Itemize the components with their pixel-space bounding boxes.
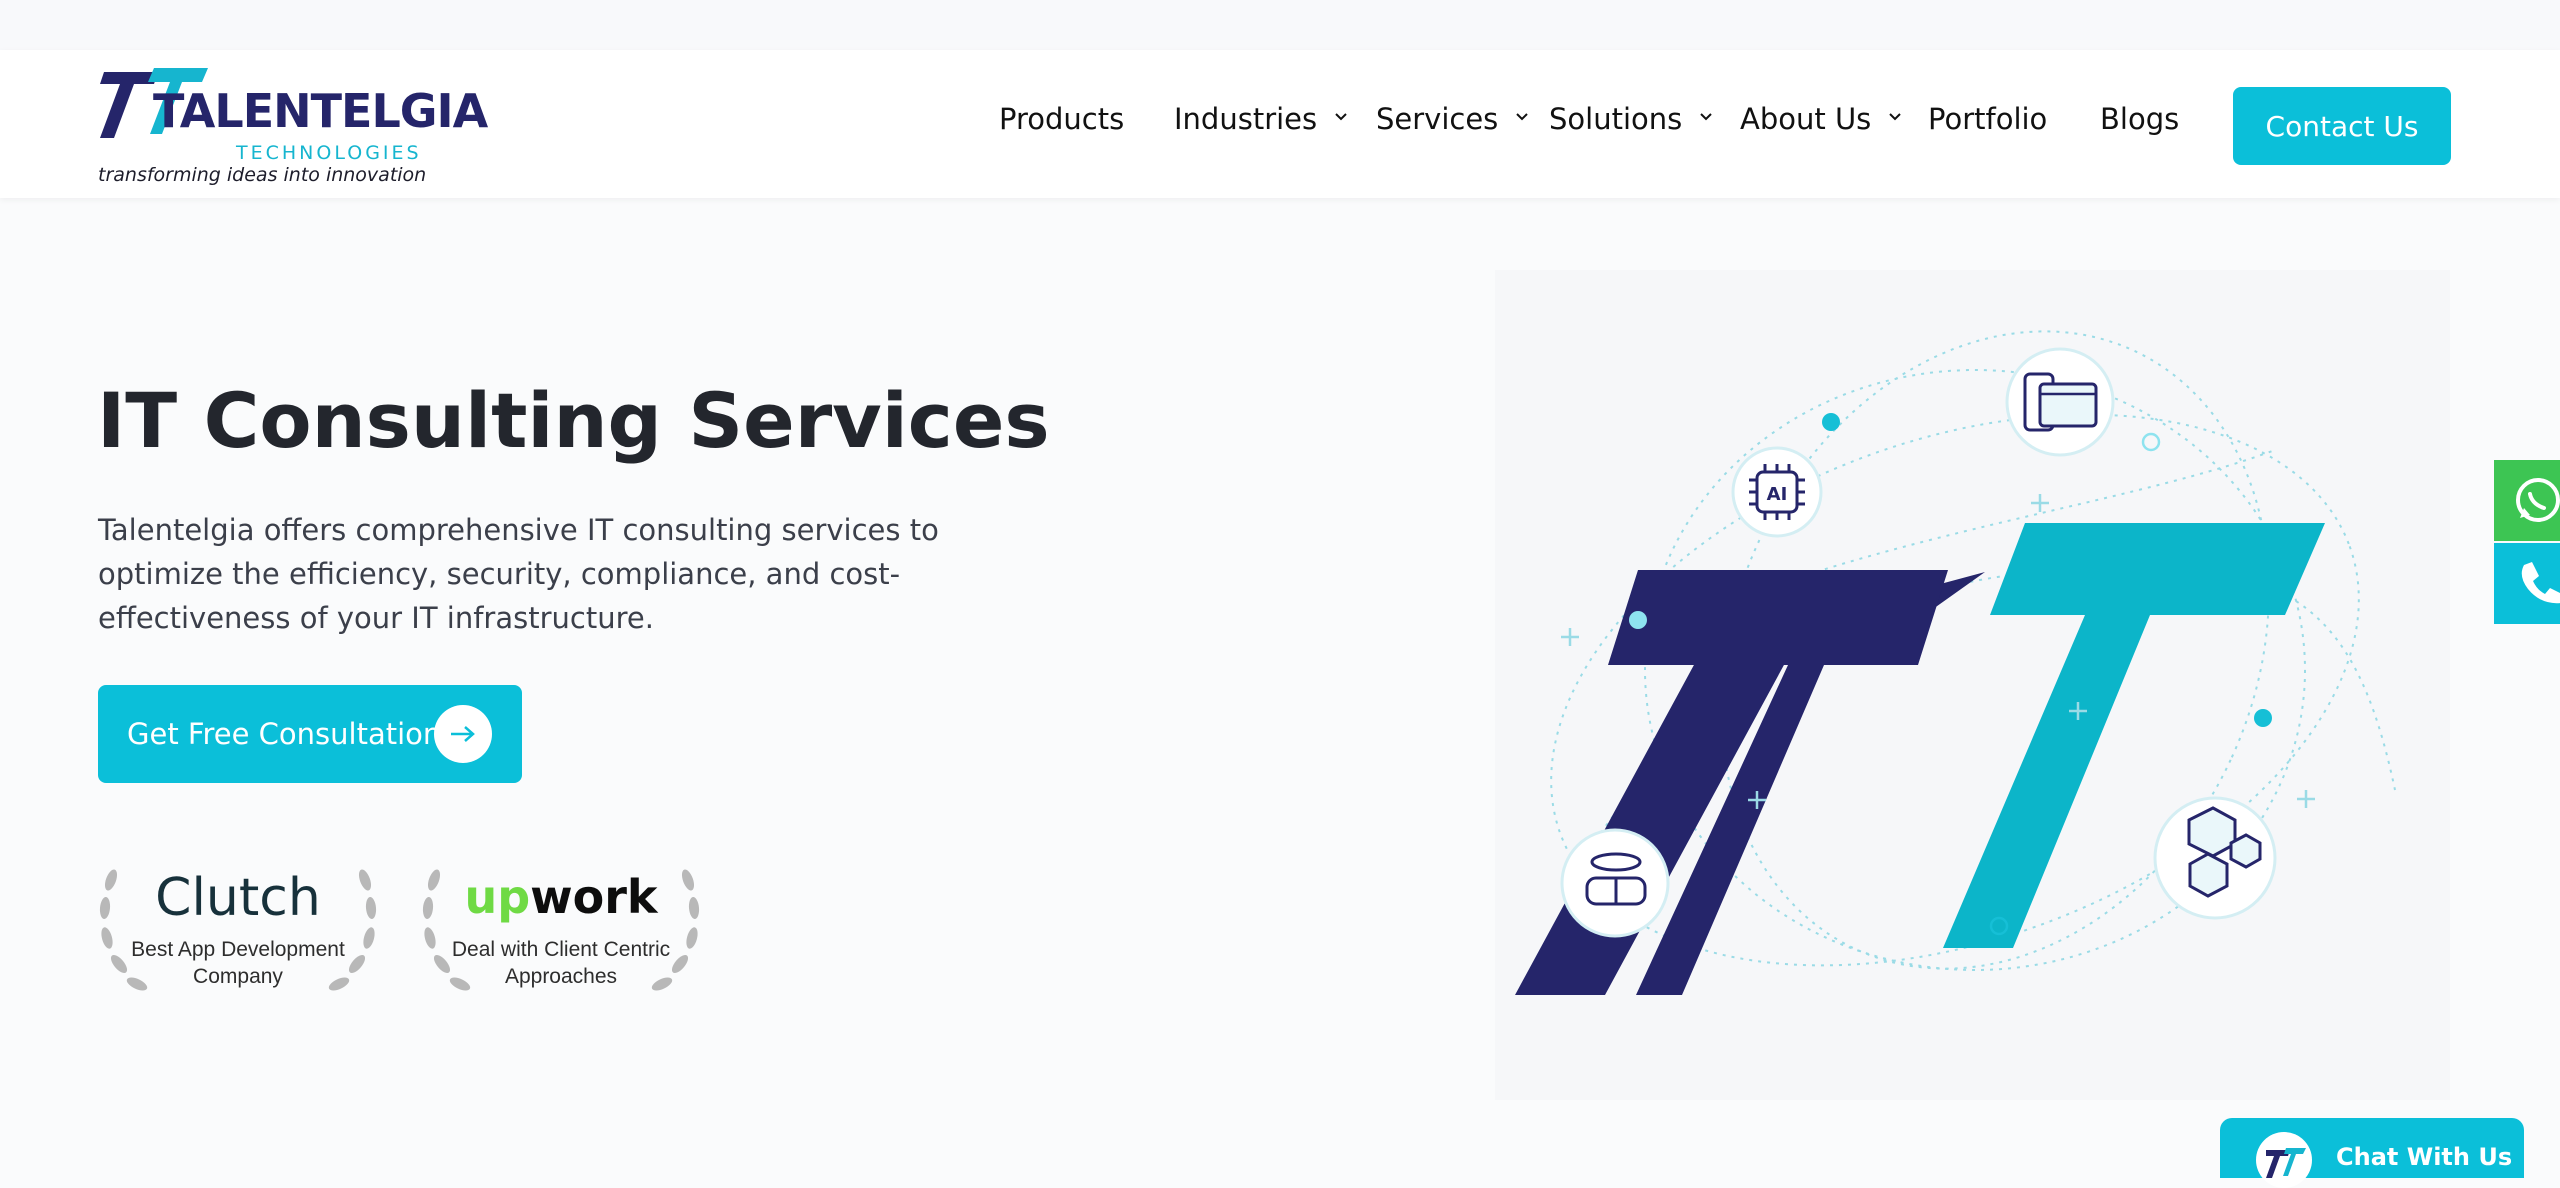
cta-label: Get Free Consultation <box>127 717 442 751</box>
nav-industries-label: Industries <box>1174 102 1318 136</box>
whatsapp-icon <box>2516 478 2560 522</box>
arrow-right-icon <box>434 705 492 763</box>
illustration-graphic: AI <box>1515 330 2396 995</box>
cubes-icon <box>2153 796 2277 920</box>
clutch-badge-line1: Best App Development <box>131 938 345 961</box>
get-free-consultation-button[interactable]: Get Free Consultation <box>98 685 522 783</box>
upwork-badge-line1: Deal with Client Centric <box>451 938 671 961</box>
hero-description: Talentelgia offers comprehensive IT cons… <box>98 513 939 635</box>
chevron-down-icon <box>1516 113 1529 121</box>
chevron-down-icon <box>1700 113 1712 121</box>
brand-name: TALENTELGIA <box>153 84 488 138</box>
top-strip <box>0 0 2560 50</box>
clutch-badge-text: Best App Development Company <box>97 936 379 990</box>
brand-tagline: transforming ideas into innovation <box>98 164 427 186</box>
upwork-badge-text: Deal with Client Centric Approaches <box>420 936 702 990</box>
nav-blogs-label: Blogs <box>2100 102 2180 136</box>
whatsapp-button[interactable] <box>2494 460 2560 541</box>
hero-illustration: AI <box>1495 270 2450 1100</box>
nav-portfolio[interactable]: Portfolio <box>1928 102 2047 136</box>
nav-portfolio-label: Portfolio <box>1928 102 2048 136</box>
nav-solutions[interactable]: Solutions <box>1549 102 1714 136</box>
brand-sub: TECHNOLOGIES <box>236 142 422 164</box>
clutch-logo: Clutch <box>155 868 321 928</box>
vr-headset-icon <box>1560 828 1670 938</box>
logo-mark-icon <box>2266 1148 2306 1178</box>
chevron-down-icon <box>1335 113 1347 121</box>
nav-products-label: Products <box>999 102 1125 136</box>
upwork-badge-line2: Approaches <box>504 965 618 988</box>
nav-products[interactable]: Products <box>999 102 1124 136</box>
nav-about-us[interactable]: About Us <box>1740 102 1903 136</box>
nav-solutions-label: Solutions <box>1549 102 1683 136</box>
upwork-logo: upwork <box>464 870 658 924</box>
chip-label: AI <box>1767 484 1788 505</box>
nav-services-label: Services <box>1376 102 1499 136</box>
chevron-down-icon <box>1889 113 1902 121</box>
upwork-badge[interactable]: upwork Deal with Client Centric Approach… <box>420 860 702 998</box>
site-header: TALENTELGIA TECHNOLOGIES transforming id… <box>0 50 2560 198</box>
nav-industries[interactable]: Industries <box>1174 102 1349 136</box>
clutch-badge[interactable]: Clutch Best App Development Company <box>97 860 379 998</box>
brand-logo[interactable]: TALENTELGIA TECHNOLOGIES transforming id… <box>98 64 488 186</box>
devices-icon <box>2005 347 2115 457</box>
page-title: IT Consulting Services <box>97 376 1050 465</box>
nav-blogs[interactable]: Blogs <box>2100 102 2179 136</box>
contact-us-button[interactable]: Contact Us <box>2233 87 2451 165</box>
chat-avatar <box>2256 1132 2312 1188</box>
clutch-badge-line2: Company <box>193 965 283 988</box>
chat-label: Chat With Us <box>2336 1143 2513 1171</box>
ai-chip-icon: AI <box>1731 446 1823 538</box>
phone-button[interactable] <box>2494 543 2560 624</box>
chat-widget[interactable]: Chat With Us <box>2220 1118 2524 1188</box>
nav-about-us-label: About Us <box>1740 102 1872 136</box>
phone-icon <box>2521 562 2560 604</box>
nav-services[interactable]: Services <box>1376 102 1530 136</box>
